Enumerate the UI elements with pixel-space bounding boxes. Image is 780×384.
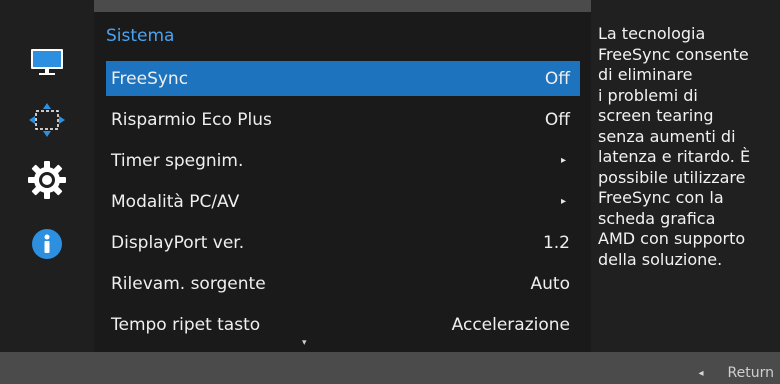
- menu-title: Sistema: [106, 26, 175, 46]
- menu-item-label: Rilevam. sorgente: [111, 273, 266, 294]
- osd-screen: Sistema FreeSync Off Risparmio Eco Plus …: [0, 0, 780, 384]
- menu-item-eco-plus[interactable]: Risparmio Eco Plus Off: [106, 102, 580, 137]
- menu-item-off-timer[interactable]: Timer spegnim. ▸: [106, 143, 580, 178]
- menu-item-value: Off: [544, 109, 570, 130]
- menu-item-pc-av-mode[interactable]: Modalità PC/AV ▸: [106, 184, 580, 219]
- menu-item-value: 1.2: [542, 232, 570, 253]
- monitor-icon[interactable]: [27, 42, 67, 82]
- move-arrows-icon[interactable]: [27, 100, 67, 140]
- info-icon[interactable]: [27, 224, 67, 264]
- menu-item-freesync[interactable]: FreeSync Off: [106, 61, 580, 96]
- menu-item-label: Tempo ripet tasto: [111, 314, 261, 335]
- scroll-down-icon[interactable]: ▾: [302, 338, 307, 348]
- menu-item-source-detection[interactable]: Rilevam. sorgente Auto: [106, 266, 580, 301]
- menu-item-value: Off: [544, 68, 570, 89]
- menu-list: FreeSync Off Risparmio Eco Plus Off Time…: [106, 61, 580, 348]
- menu-item-key-repeat-time[interactable]: Tempo ripet tasto Accelerazione: [106, 307, 580, 342]
- return-button[interactable]: ◂ Return: [699, 363, 775, 383]
- menu-item-label: DisplayPort ver.: [111, 232, 245, 253]
- menu-item-value: Accelerazione: [451, 314, 570, 335]
- menu-item-label: Risparmio Eco Plus: [111, 109, 272, 130]
- description-panel: La tecnologia FreeSync consente di elimi…: [591, 0, 780, 352]
- category-sidebar: [0, 0, 94, 352]
- description-text: La tecnologia FreeSync consente di elimi…: [598, 24, 751, 269]
- menu-item-label: Modalità PC/AV: [111, 191, 240, 212]
- menu-item-label: FreeSync: [111, 68, 189, 89]
- footer-bar: [0, 352, 780, 384]
- settings-menu: Sistema FreeSync Off Risparmio Eco Plus …: [94, 12, 591, 352]
- menu-item-label: Timer spegnim.: [111, 150, 244, 171]
- return-label: Return: [727, 365, 774, 381]
- gear-icon[interactable]: [27, 160, 67, 200]
- chevron-right-icon: ▸: [560, 196, 566, 207]
- chevron-right-icon: ▸: [560, 155, 566, 166]
- menu-item-displayport-ver[interactable]: DisplayPort ver. 1.2: [106, 225, 580, 260]
- arrow-left-icon: ◂: [698, 367, 704, 379]
- menu-item-value: Auto: [530, 273, 570, 294]
